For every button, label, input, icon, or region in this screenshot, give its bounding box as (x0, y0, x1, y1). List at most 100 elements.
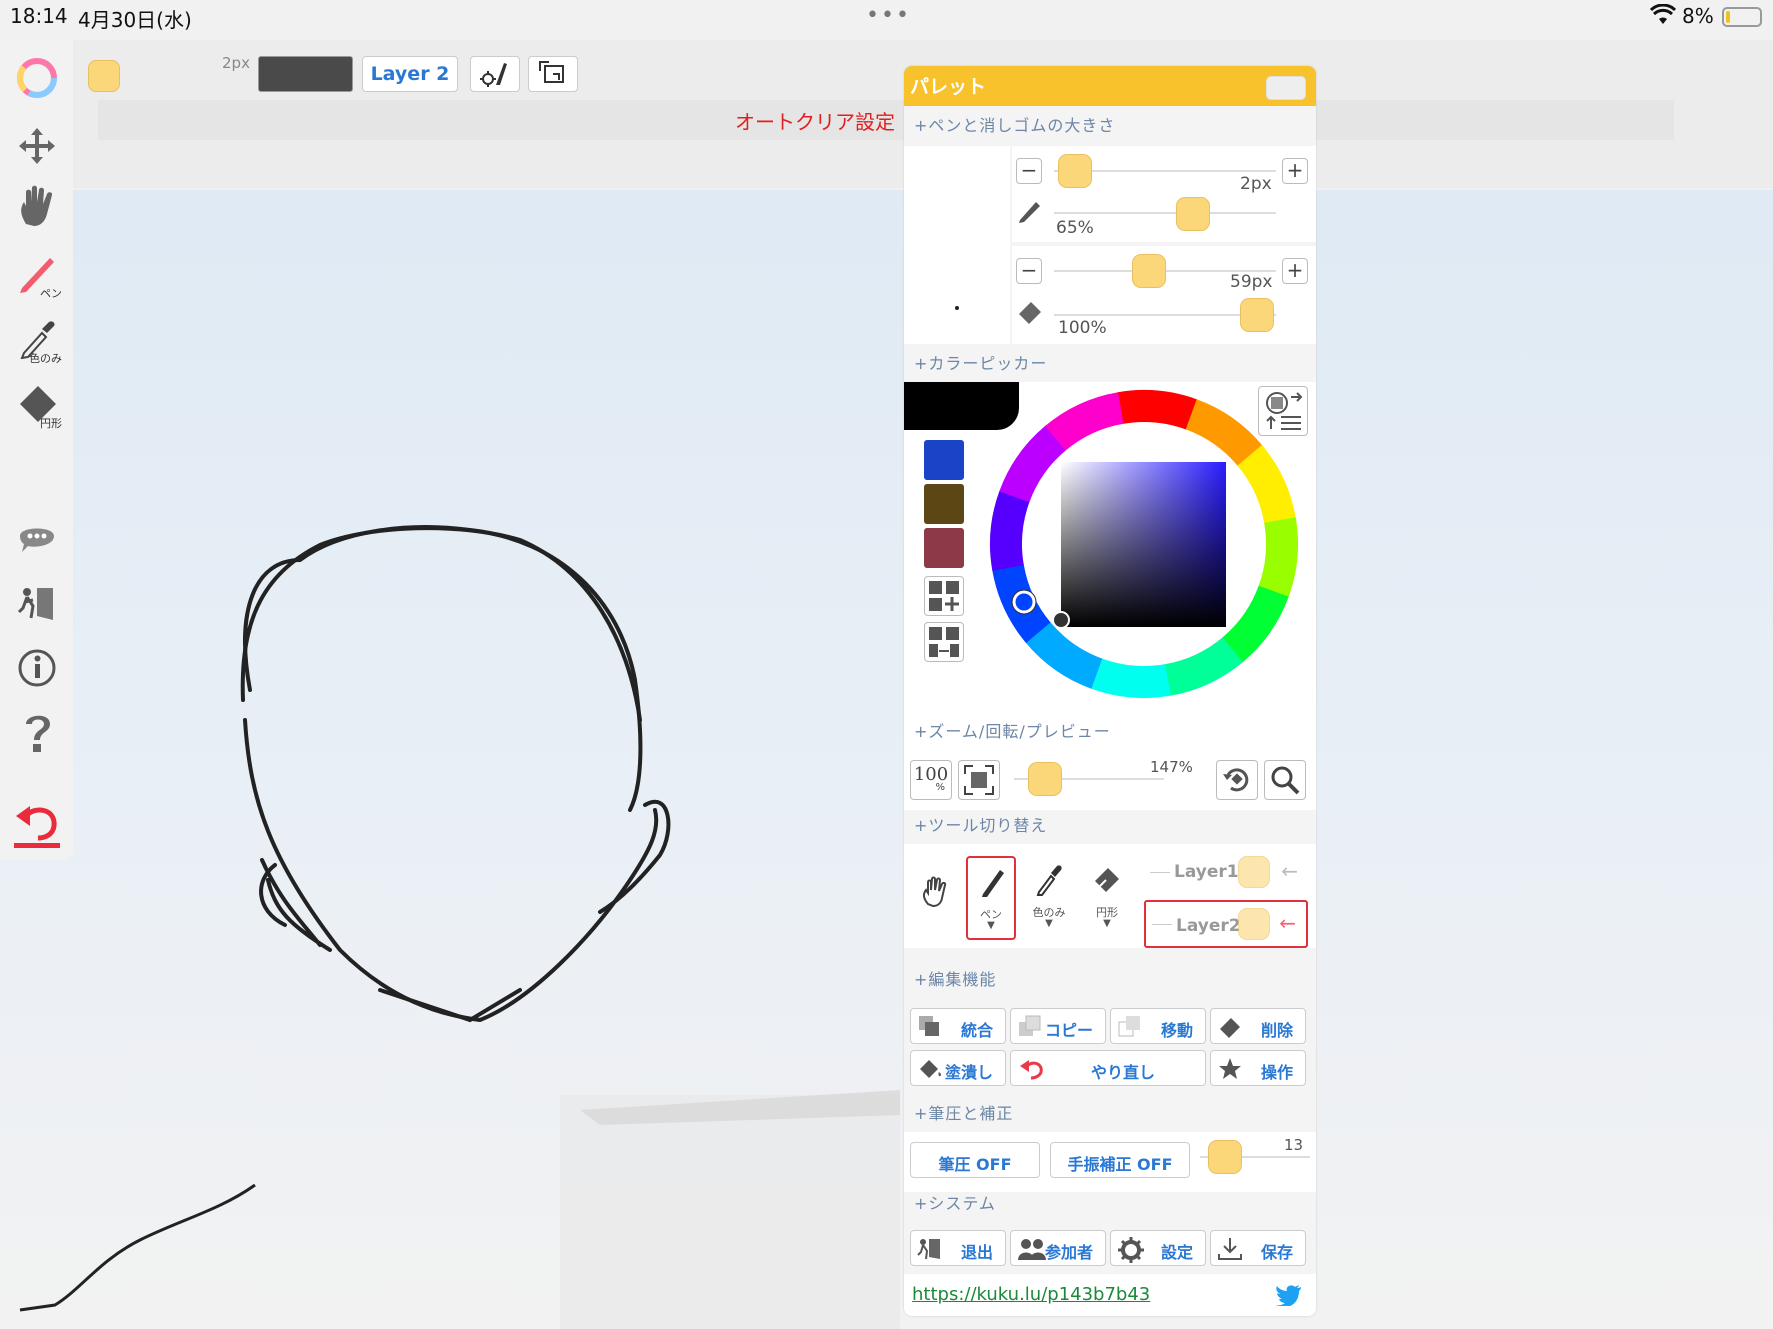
pen-tool[interactable]: ペン (8, 245, 66, 301)
exit-room-button[interactable]: 退出 (910, 1230, 1006, 1266)
help-button[interactable] (8, 705, 66, 761)
circle-eraser-tool[interactable]: 円形 (8, 375, 66, 431)
stabilizer-toggle-button[interactable]: 手振補正 OFF (1050, 1142, 1190, 1178)
left-sidebar: ペン 色のみ 円形 (0, 40, 73, 860)
pressure-toggle-button[interactable]: 筆圧 OFF (910, 1142, 1040, 1178)
fill-button[interactable]: 塗潰し (910, 1050, 1006, 1086)
eraser-opacity-slider[interactable] (1240, 298, 1274, 332)
pen-size-minus-button[interactable]: − (1016, 158, 1042, 184)
eraser-size-slider[interactable] (1132, 254, 1166, 288)
color-wheel-tool[interactable] (8, 50, 66, 106)
palette-header[interactable]: パレット (904, 66, 1316, 106)
section-tool-switch[interactable]: +ツール切り替え (914, 812, 1047, 836)
layer-2-name: Layer2 (1176, 916, 1241, 936)
info-icon (18, 649, 56, 687)
layer-2-opacity-knob[interactable] (1238, 908, 1270, 940)
pen-opacity-slider[interactable] (1176, 197, 1210, 231)
rotate-reset-button[interactable] (1216, 760, 1258, 800)
section-system[interactable]: +システム (914, 1190, 996, 1214)
drawing-canvas[interactable] (0, 190, 900, 1329)
question-icon (26, 715, 50, 752)
chat-button[interactable] (8, 510, 66, 566)
tool-circle-dropdown-icon: ▼ (1103, 918, 1111, 929)
section-color-picker[interactable]: +カラーピッカー (914, 350, 1047, 374)
color-preview-box[interactable] (258, 56, 353, 92)
add-swatch-button[interactable] (924, 576, 964, 616)
color-only-tool[interactable]: 色のみ (8, 310, 66, 366)
auto-clear-setting[interactable]: オートクリア設定 (735, 106, 895, 135)
eraser-tool-icon (1095, 868, 1119, 892)
pen-size-slider[interactable] (1058, 154, 1092, 188)
delete-button[interactable]: 削除 (1210, 1008, 1306, 1044)
preview-button[interactable] (1264, 760, 1306, 800)
pen-size-plus-button[interactable]: + (1282, 158, 1308, 184)
move-tool[interactable] (8, 118, 66, 174)
palette-collapse-toggle[interactable] (1266, 76, 1306, 100)
transform-button[interactable] (528, 56, 578, 92)
layer-1-name: Layer1 (1174, 862, 1239, 882)
pencil-icon (1019, 202, 1040, 223)
pen-size-value: 2px (1240, 174, 1272, 194)
exit-button[interactable] (8, 575, 66, 631)
operation-button[interactable]: 操作 (1210, 1050, 1306, 1086)
color-wheel[interactable] (984, 384, 1304, 704)
twitter-bird-icon[interactable] (1276, 1284, 1302, 1306)
circle-label: 円形 (40, 417, 62, 430)
eraser-size-plus-button[interactable]: + (1282, 258, 1308, 284)
copy-button[interactable]: コピー (1010, 1008, 1106, 1044)
exit-door-icon (17, 588, 53, 620)
zoom-100-button[interactable]: 100 % (910, 760, 952, 800)
save-button[interactable]: 保存 (1210, 1230, 1306, 1266)
multitask-dots-icon[interactable]: ••• (866, 3, 911, 28)
section-pressure[interactable]: +筆圧と補正 (914, 1100, 1013, 1124)
settings-button[interactable]: 設定 (1110, 1230, 1206, 1266)
status-date: 4月30日(水) (78, 8, 192, 32)
hand-tool[interactable] (8, 178, 66, 234)
color-swatch-1[interactable] (924, 440, 964, 480)
download-icon (1218, 1238, 1242, 1260)
tool-hand[interactable] (910, 856, 960, 940)
section-zoom[interactable]: +ズーム/回転/プレビュー (914, 718, 1111, 742)
zoom-slider[interactable] (1028, 762, 1062, 796)
redo-button[interactable]: やり直し (1010, 1050, 1206, 1086)
tool-circle-eraser[interactable]: 円形 ▼ (1082, 856, 1132, 940)
current-color-swatch[interactable] (88, 60, 120, 92)
tool-pen[interactable]: ペン ▼ (966, 856, 1016, 940)
zoom-100-label: 100 (913, 764, 949, 785)
zoom-value: 147% (1150, 758, 1193, 776)
tool-color-only[interactable]: 色のみ ▼ (1024, 856, 1074, 940)
rotate-icon (1223, 768, 1249, 792)
tool-settings-button[interactable] (470, 56, 520, 92)
move-button[interactable]: 移動 (1110, 1008, 1206, 1044)
undo-button[interactable] (8, 795, 66, 851)
layer-row-2[interactable]: Layer2 ← (1144, 900, 1308, 948)
stabilizer-slider[interactable] (1208, 1140, 1242, 1174)
tool-pen-dropdown-icon: ▼ (987, 920, 995, 931)
section-pen-eraser-size[interactable]: +ペンと消しゴムの大きさ (914, 112, 1115, 136)
grid-add-icon (929, 581, 959, 611)
merge-button[interactable]: 統合 (910, 1008, 1006, 1044)
participants-button[interactable]: 参加者 (1010, 1230, 1106, 1266)
stabilizer-value: 13 (1284, 1136, 1304, 1154)
pen-opacity-value: 65% (1056, 218, 1094, 238)
swap-swatch-button[interactable] (924, 622, 964, 662)
chat-bubble-icon (20, 528, 54, 552)
info-button[interactable] (8, 640, 66, 696)
layer-1-opacity-knob[interactable] (1238, 856, 1270, 888)
swap-list-icon (1266, 392, 1303, 430)
layer-button[interactable]: Layer 2 (362, 56, 458, 92)
tool-color-only-dropdown-icon: ▼ (1045, 918, 1053, 929)
section-edit[interactable]: +編集機能 (914, 966, 996, 990)
sketch-head (240, 525, 671, 1023)
color-swatch-2[interactable] (924, 484, 964, 524)
color-swatch-3[interactable] (924, 528, 964, 568)
layer-row-1[interactable]: Layer1 ← (1144, 848, 1308, 896)
fit-screen-button[interactable] (958, 760, 1000, 800)
people-icon (1018, 1239, 1046, 1260)
grid-swap-icon (929, 627, 959, 657)
color-history-button[interactable] (1258, 386, 1308, 436)
eraser-size-minus-button[interactable]: − (1016, 258, 1042, 284)
merge-icon (919, 1016, 939, 1036)
room-url-link[interactable]: https://kuku.lu/p143b7b43 (912, 1284, 1150, 1305)
paint-bucket-icon (920, 1060, 941, 1078)
